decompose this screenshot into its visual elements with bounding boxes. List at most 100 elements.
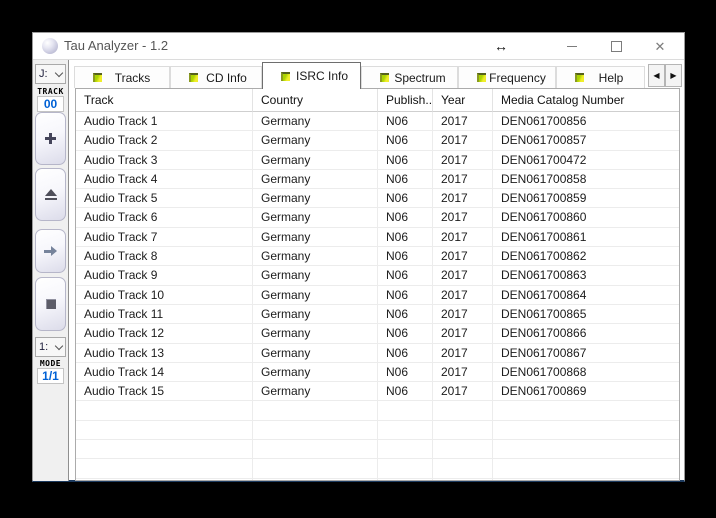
table-cell: 2017 [433,286,493,305]
column-header-track[interactable]: Track [76,89,253,112]
table-cell-empty [378,440,433,459]
table-row[interactable]: Audio Track 4GermanyN062017DEN061700858 [76,170,679,189]
tab-flag-icon [477,73,486,82]
mode-label: MODE [33,359,68,368]
isrc-table-panel: TrackCountryPublish...YearMedia Catalog … [75,88,680,481]
arrow-right-icon [44,246,57,256]
table-cell-empty [76,459,253,478]
eject-button[interactable] [35,168,66,221]
table-row[interactable]: Audio Track 14GermanyN062017DEN061700868 [76,363,679,382]
table-cell-empty [253,421,378,440]
next-track-button[interactable] [35,229,66,273]
table-cell-empty [253,459,378,478]
table-row[interactable]: Audio Track 8GermanyN062017DEN061700862 [76,247,679,266]
table-cell: Audio Track 8 [76,247,253,266]
titlebar: Tau Analyzer - 1.2 ↔ ✕ [33,33,684,60]
table-row[interactable]: Audio Track 9GermanyN062017DEN061700863 [76,266,679,285]
table-cell: 2017 [433,170,493,189]
table-cell: N06 [378,189,433,208]
table-row[interactable]: Audio Track 6GermanyN062017DEN061700860 [76,208,679,227]
tab-label: Spectrum [389,71,457,85]
table-cell-empty [76,440,253,459]
table-cell: Germany [253,344,378,363]
table-row-empty [76,479,679,481]
table-cell-empty [378,401,433,420]
mode-select-value: 1: [39,341,48,353]
column-header-media-catalog-number[interactable]: Media Catalog Number [493,89,679,112]
table-row[interactable]: Audio Track 11GermanyN062017DEN061700865 [76,305,679,324]
table-cell-empty [433,401,493,420]
arrow-left-icon: ◀ [653,71,659,80]
table-cell-empty [76,479,253,481]
table-cell: N06 [378,247,433,266]
table-cell: 2017 [433,344,493,363]
table-cell: 2017 [433,189,493,208]
table-row[interactable]: Audio Track 13GermanyN062017DEN061700867 [76,344,679,363]
table-cell-empty [433,440,493,459]
tab-scroll-left-button[interactable]: ◀ [648,64,665,87]
plus-icon [44,132,57,145]
tab-cd-info[interactable]: CD Info [170,66,262,88]
caption-buttons: ✕ [550,33,682,59]
column-header-year[interactable]: Year [433,89,493,112]
table-cell: 2017 [433,151,493,170]
table-cell: N06 [378,112,433,131]
close-button[interactable]: ✕ [638,33,682,59]
table-cell: Germany [253,266,378,285]
table-cell: N06 [378,151,433,170]
table-cell: Audio Track 2 [76,131,253,150]
table-row[interactable]: Audio Track 1GermanyN062017DEN061700856 [76,112,679,131]
tab-isrc-info[interactable]: ISRC Info [262,62,361,89]
table-cell: Germany [253,324,378,343]
table-cell-empty [253,440,378,459]
column-header-publish-[interactable]: Publish... [378,89,433,112]
table-cell-empty [378,479,433,481]
table-cell-empty [433,459,493,478]
table-body: Audio Track 1GermanyN062017DEN061700856A… [76,112,679,481]
column-header-country[interactable]: Country [253,89,378,112]
table-row[interactable]: Audio Track 15GermanyN062017DEN061700869 [76,382,679,401]
table-cell: 2017 [433,305,493,324]
mode-select-combo[interactable]: 1: [35,337,66,357]
table-cell: Audio Track 14 [76,363,253,382]
table-cell: 2017 [433,324,493,343]
table-cell: DEN061700857 [493,131,679,150]
table-cell: Germany [253,170,378,189]
table-cell: 2017 [433,131,493,150]
table-cell: N06 [378,170,433,189]
table-row[interactable]: Audio Track 12GermanyN062017DEN061700866 [76,324,679,343]
tab-flag-icon [189,73,198,82]
tab-tracks[interactable]: Tracks [74,66,170,88]
table-cell: Germany [253,305,378,324]
tab-scroll-right-button[interactable]: ▶ [665,64,682,87]
table-cell-empty [433,421,493,440]
table-cell: Germany [253,131,378,150]
table-row[interactable]: Audio Track 7GermanyN062017DEN061700861 [76,228,679,247]
add-button[interactable] [35,112,66,165]
transport-sidebar: J: TRACK 00 1: MODE 1/1 [33,60,69,481]
table-cell: DEN061700864 [493,286,679,305]
table-cell-empty [378,459,433,478]
tab-frequency[interactable]: Frequency [458,66,556,88]
table-cell: DEN061700866 [493,324,679,343]
drive-select-combo[interactable]: J: [35,64,66,84]
maximize-button[interactable] [594,33,638,59]
tab-help[interactable]: Help [556,66,645,88]
table-cell-empty [433,479,493,481]
table-cell-empty [493,479,679,481]
table-cell-empty [76,421,253,440]
table-row[interactable]: Audio Track 10GermanyN062017DEN061700864 [76,286,679,305]
table-cell: N06 [378,382,433,401]
table-cell: N06 [378,305,433,324]
minimize-button[interactable] [550,33,594,59]
table-cell-empty [493,401,679,420]
table-row[interactable]: Audio Track 2GermanyN062017DEN061700857 [76,131,679,150]
tab-flag-icon [281,72,290,81]
tab-spectrum[interactable]: Spectrum [361,66,458,88]
tab-flag-icon [93,73,102,82]
mode-value: 1/1 [37,368,64,384]
table-cell: N06 [378,363,433,382]
table-row[interactable]: Audio Track 5GermanyN062017DEN061700859 [76,189,679,208]
table-row[interactable]: Audio Track 3GermanyN062017DEN061700472 [76,151,679,170]
stop-button[interactable] [35,277,66,331]
